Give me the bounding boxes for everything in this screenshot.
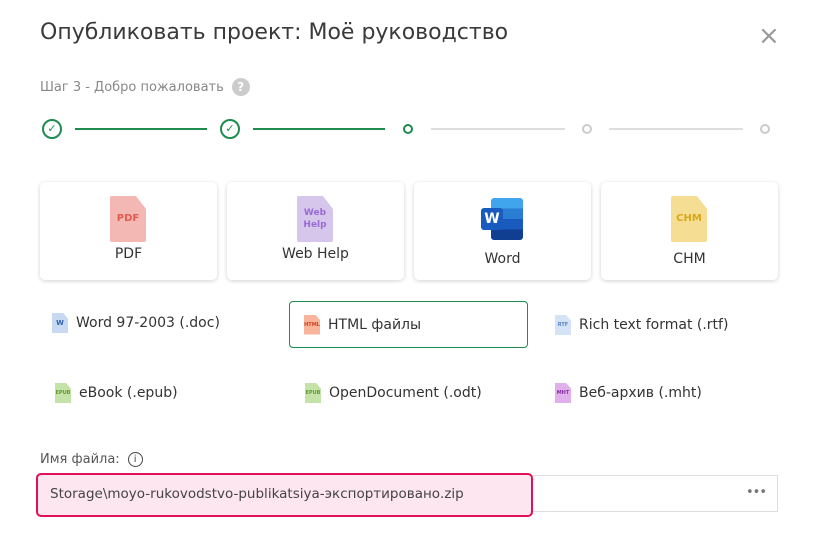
option-label: HTML файлы: [328, 316, 422, 333]
rtf-file-icon: RTF: [555, 315, 571, 335]
epub-file-icon: EPUB: [55, 383, 71, 403]
step-label: Шаг 3 - Добро пожаловать ?: [40, 78, 250, 96]
format-card-webhelp[interactable]: Web Help Web Help: [227, 182, 404, 280]
step-connector: [431, 128, 565, 130]
card-label: Word: [484, 251, 521, 267]
pdf-file-icon: PDF: [110, 196, 146, 242]
card-label: PDF: [114, 246, 143, 262]
step-5-dot[interactable]: [760, 124, 770, 134]
option-mht[interactable]: MHT Веб-архив (.mht): [555, 383, 702, 403]
step-connector-done: [75, 128, 207, 130]
word-logo-icon: W: [481, 198, 525, 240]
step-3-current-dot[interactable]: [403, 124, 413, 134]
format-card-word[interactable]: W Word: [414, 182, 591, 280]
format-card-chm[interactable]: CHM CHM: [601, 182, 778, 280]
step-1-check-icon[interactable]: ✓: [42, 119, 62, 139]
option-rtf[interactable]: RTF Rich text format (.rtf): [555, 315, 728, 335]
filename-label-text: Имя файла:: [40, 452, 120, 467]
step-4-dot[interactable]: [582, 124, 592, 134]
filename-value[interactable]: Storage\moyo-rukovodstvo-publikatsiya-эк…: [50, 486, 464, 502]
option-html-selected[interactable]: HTML HTML файлы: [289, 301, 528, 348]
info-icon[interactable]: i: [127, 452, 143, 467]
chm-file-icon: CHM: [671, 196, 707, 242]
mht-file-icon: MHT: [555, 383, 571, 403]
option-word-doc[interactable]: W Word 97-2003 (.doc): [52, 313, 220, 333]
option-label: Word 97-2003 (.doc): [76, 315, 220, 331]
dialog-title: Опубликовать проект: Моё руководство: [40, 20, 509, 45]
step-connector-done: [253, 128, 385, 130]
step-connector: [609, 128, 743, 130]
help-icon[interactable]: ?: [231, 78, 250, 96]
doc-file-icon: W: [52, 313, 68, 333]
browse-button[interactable]: •••: [746, 485, 767, 500]
option-epub[interactable]: EPUB eBook (.epub): [55, 383, 178, 403]
step-2-check-icon[interactable]: ✓: [220, 119, 240, 139]
close-icon[interactable]: ×: [758, 23, 780, 49]
filename-label: Имя файла: i: [40, 452, 143, 467]
option-label: OpenDocument (.odt): [329, 385, 482, 401]
format-card-pdf[interactable]: PDF PDF: [40, 182, 217, 280]
word-logo-letter: W: [481, 208, 503, 230]
option-label: Веб-архив (.mht): [579, 385, 702, 401]
option-label: eBook (.epub): [79, 385, 178, 401]
odt-file-icon: EPUB: [305, 383, 321, 403]
option-odt[interactable]: EPUB OpenDocument (.odt): [305, 383, 482, 403]
card-label: CHM: [673, 251, 706, 267]
card-label: Web Help: [282, 246, 349, 262]
option-label: Rich text format (.rtf): [579, 317, 729, 333]
html-file-icon: HTML: [304, 314, 320, 335]
webhelp-file-icon: Web Help: [297, 196, 333, 242]
step-text: Шаг 3 - Добро пожаловать: [40, 79, 224, 95]
